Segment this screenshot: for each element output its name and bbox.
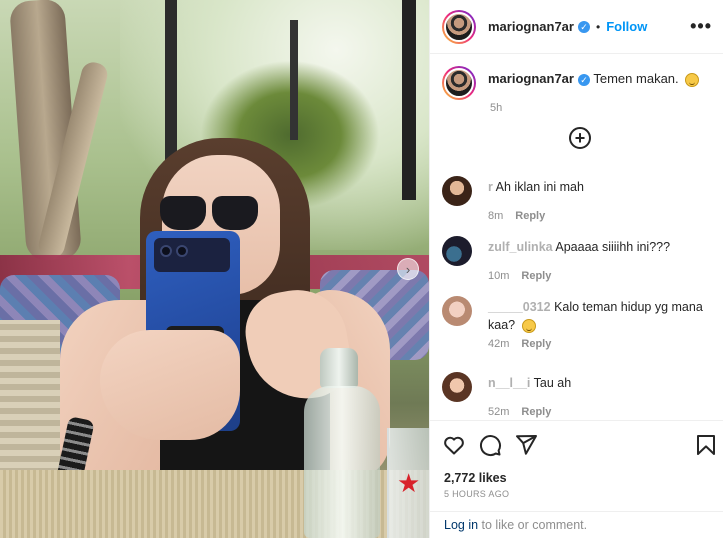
photo-pole bbox=[402, 0, 416, 200]
login-prompt: Log in to like or comment. bbox=[430, 511, 723, 538]
reply-button[interactable]: Reply bbox=[521, 270, 551, 282]
share-icon[interactable] bbox=[514, 433, 538, 457]
comment-username[interactable]: r bbox=[488, 180, 493, 194]
photo-chair bbox=[0, 320, 60, 480]
comment-username[interactable]: n__l__i bbox=[488, 376, 530, 390]
smiley-emoji-icon bbox=[685, 72, 700, 87]
photo-sunglasses bbox=[158, 196, 260, 232]
comment-item: zulf_ulinka Apaaaa siiiihh ini??? 10m Rep… bbox=[442, 236, 717, 282]
comment-icon[interactable] bbox=[478, 433, 502, 457]
heart-icon[interactable] bbox=[442, 433, 466, 457]
avatar[interactable] bbox=[442, 176, 472, 206]
photo-pole bbox=[165, 0, 177, 160]
photo-pole bbox=[290, 20, 298, 140]
comment-text: Tau ah bbox=[533, 376, 572, 390]
photo-bottle bbox=[298, 348, 384, 538]
comment-username[interactable]: _____0312 bbox=[488, 300, 551, 314]
more-options-icon[interactable]: ••• bbox=[690, 16, 712, 37]
comment-item: n__l__i Tau ah 52m Reply bbox=[442, 372, 717, 418]
login-link[interactable]: Log in bbox=[444, 518, 478, 532]
follow-button[interactable]: Follow bbox=[606, 19, 647, 34]
comment-time: 10m bbox=[488, 270, 510, 282]
caption-body: Temen makan. bbox=[593, 71, 679, 86]
verified-icon: ✓ bbox=[577, 20, 590, 33]
avatar[interactable] bbox=[442, 296, 472, 326]
username-link[interactable]: mariognan7ar bbox=[488, 19, 574, 34]
photo-glass: ★ bbox=[387, 428, 429, 538]
post-photo[interactable]: ★ › bbox=[0, 0, 429, 538]
carousel-next-button[interactable]: › bbox=[397, 258, 419, 280]
avatar[interactable] bbox=[442, 66, 476, 100]
comment-text: Apaaaa siiiihh ini??? bbox=[555, 240, 671, 254]
caption-text: mariognan7ar ✓ Temen makan. bbox=[488, 66, 700, 88]
caption-username[interactable]: mariognan7ar bbox=[488, 71, 574, 86]
caption: mariognan7ar ✓ Temen makan. 5h bbox=[442, 66, 712, 114]
smiley-emoji-icon bbox=[521, 318, 536, 333]
comment-item: r Ah iklan ini mah 8m Reply bbox=[442, 176, 717, 222]
comment-time: 52m bbox=[488, 406, 510, 418]
action-icons bbox=[442, 433, 715, 459]
post-sidebar: mariognan7ar ✓ • Follow ••• mariognan7ar… bbox=[429, 0, 723, 538]
reply-button[interactable]: Reply bbox=[521, 406, 551, 418]
avatar[interactable] bbox=[442, 372, 472, 402]
reply-button[interactable]: Reply bbox=[515, 210, 545, 222]
comment-item: _____0312 Kalo teman hidup yg mana kaa? … bbox=[442, 296, 717, 350]
verified-icon: ✓ bbox=[577, 73, 590, 86]
post-age: 5 HOURS AGO bbox=[444, 489, 510, 499]
photo-hand bbox=[100, 330, 240, 440]
post-header: mariognan7ar ✓ • Follow ••• bbox=[430, 0, 723, 54]
likes-count[interactable]: 2,772 likes bbox=[444, 471, 507, 485]
post-actions: 2,772 likes 5 HOURS AGO Log in to like o… bbox=[430, 420, 723, 538]
reply-button[interactable]: Reply bbox=[521, 338, 551, 350]
login-prompt-text: to like or comment. bbox=[478, 518, 588, 532]
bookmark-icon[interactable] bbox=[694, 433, 718, 457]
load-more-comments-button[interactable]: + bbox=[569, 127, 591, 149]
avatar[interactable] bbox=[442, 9, 476, 44]
comment-time: 42m bbox=[488, 338, 510, 350]
comment-time: 8m bbox=[488, 210, 504, 222]
comment-username[interactable]: zulf_ulinka bbox=[488, 240, 553, 254]
comment-text: Ah iklan ini mah bbox=[495, 180, 584, 194]
avatar[interactable] bbox=[442, 236, 472, 266]
caption-time[interactable]: 5h bbox=[490, 102, 712, 114]
separator-dot: • bbox=[595, 19, 601, 34]
